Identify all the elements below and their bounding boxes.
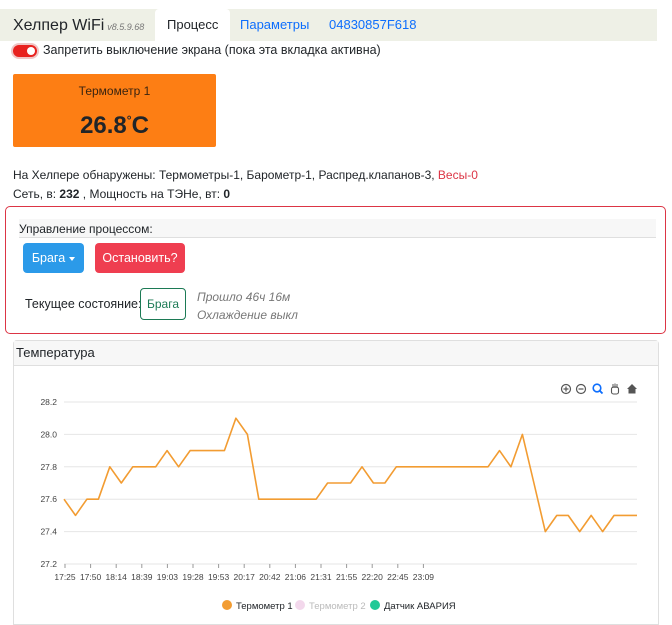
- temperature-number: 26.8: [80, 112, 127, 139]
- net-label: Сеть, в:: [13, 187, 57, 201]
- y-tick-label: 28.0: [40, 429, 57, 439]
- zoom-out-icon[interactable]: [575, 383, 587, 395]
- x-tick-label: 20:42: [259, 572, 281, 582]
- series-line-thermo1: [63, 417, 637, 533]
- toggle-knob: [27, 46, 35, 55]
- chart-toolbar: [560, 383, 637, 395]
- tab-parameters[interactable]: Параметры: [228, 9, 321, 41]
- version-label: v8.5.9.68: [107, 22, 145, 32]
- legend-item-alarm[interactable]: Датчик АВАРИЯ: [370, 600, 456, 612]
- x-tick-label: 21:06: [285, 572, 307, 582]
- thermometer-value: 26.8°C: [13, 112, 216, 140]
- elapsed-time: Прошло 46ч 16м: [197, 290, 291, 304]
- brand-title: Хелпер WiFi: [13, 17, 105, 34]
- x-tick-label: 21:55: [336, 572, 358, 582]
- y-tick-label: 27.2: [40, 559, 57, 569]
- process-control-panel: Управление процессом: Брага Остановить? …: [5, 206, 666, 334]
- power-label: , Мощность на ТЭНе, вт:: [82, 187, 221, 201]
- detected-list: На Хелпере обнаружены: Термометры-1, Бар…: [13, 168, 438, 182]
- x-tick-label: 18:14: [106, 572, 128, 582]
- mode-button-label: Брага: [31, 251, 66, 265]
- legend-label: Термометр 2: [309, 601, 366, 612]
- screen-lock-label: Запретить выключение экрана (пока эта вк…: [43, 43, 381, 57]
- scales-warning: Весы-0: [437, 168, 478, 182]
- temperature-chart: 28.2 28.0 27.8 27.6 27.4 27.2 17:25 17:50 18:14…: [40, 383, 637, 582]
- zoom-in-icon[interactable]: [560, 383, 572, 395]
- net-value: 232: [59, 187, 80, 201]
- legend-dot: [295, 600, 305, 610]
- legend-dot: [222, 600, 232, 610]
- screen-lock-toggle[interactable]: [13, 44, 37, 57]
- temperature-header: Температура: [14, 341, 658, 366]
- cooling-status: Охлаждение выкл: [197, 308, 298, 322]
- power-value: 0: [223, 187, 231, 201]
- x-tick-label: 17:50: [80, 572, 102, 582]
- y-axis: 28.2 28.0 27.8 27.6 27.4 27.2: [40, 397, 57, 569]
- top-navbar: Хелпер WiFi v8.5.9.68 Процесс Параметры 0…: [0, 9, 657, 41]
- stop-button[interactable]: Остановить?: [95, 243, 185, 273]
- state-info: Прошло 46ч 16м Охлаждение выкл: [197, 288, 298, 324]
- app-brand: Хелпер WiFi v8.5.9.68: [13, 17, 144, 35]
- process-header: Управление процессом:: [19, 219, 656, 238]
- x-tick-label: 19:28: [182, 572, 204, 582]
- y-tick-label: 28.2: [40, 397, 57, 407]
- tab-device-id[interactable]: 04830857F618: [317, 9, 428, 41]
- state-label: Текущее состояние:: [25, 297, 142, 311]
- temperature-unit: C: [131, 112, 149, 139]
- y-tick-label: 27.8: [40, 462, 57, 472]
- legend-item-thermo2[interactable]: Термометр 2: [295, 600, 366, 612]
- x-tick-label: 20:17: [234, 572, 256, 582]
- x-tick-label: 19:03: [157, 572, 179, 582]
- x-axis: 17:25 17:50 18:14 18:39 19:03 19:28 19:53 20:17…: [54, 564, 434, 582]
- x-tick-label: 18:39: [131, 572, 153, 582]
- thermometer-name: Термометр 1: [78, 84, 151, 98]
- screen-lock-row: Запретить выключение экрана (пока эта вк…: [13, 43, 381, 57]
- zoom-select-icon[interactable]: [592, 383, 604, 395]
- temperature-panel: Температура 28.2 28.0 27.8 27.6 27.4 27.…: [13, 340, 659, 625]
- legend-label: Датчик АВАРИЯ: [384, 601, 456, 612]
- x-tick-label: 23:09: [413, 572, 435, 582]
- tab-process[interactable]: Процесс: [155, 9, 231, 41]
- x-tick-label: 17:25: [54, 572, 76, 582]
- legend-label: Термометр 1: [236, 601, 293, 612]
- temperature-title: Температура: [16, 345, 95, 360]
- state-badge: Брага: [140, 288, 186, 320]
- mode-dropdown-button[interactable]: Брага: [23, 243, 84, 273]
- chevron-down-icon: [69, 256, 76, 261]
- legend-dot: [370, 600, 380, 610]
- power-status: Сеть, в: 232 , Мощность на ТЭНе, вт: 0: [13, 187, 230, 201]
- detected-devices: На Хелпере обнаружены: Термометры-1, Бар…: [13, 168, 478, 182]
- thermometer-card: Термометр 1 26.8°C: [13, 74, 216, 147]
- process-title: Управление процессом:: [19, 222, 153, 236]
- x-tick-label: 21:31: [310, 572, 332, 582]
- y-tick-label: 27.4: [40, 527, 57, 537]
- y-tick-label: 27.6: [40, 494, 57, 504]
- x-tick-label: 19:53: [208, 572, 230, 582]
- home-icon[interactable]: [627, 384, 637, 394]
- x-tick-label: 22:20: [362, 572, 384, 582]
- x-tick-label: 22:45: [387, 572, 409, 582]
- series-layer: [63, 417, 637, 533]
- pan-hand-icon[interactable]: [610, 383, 620, 395]
- legend-item-thermo1[interactable]: Термометр 1: [222, 600, 293, 612]
